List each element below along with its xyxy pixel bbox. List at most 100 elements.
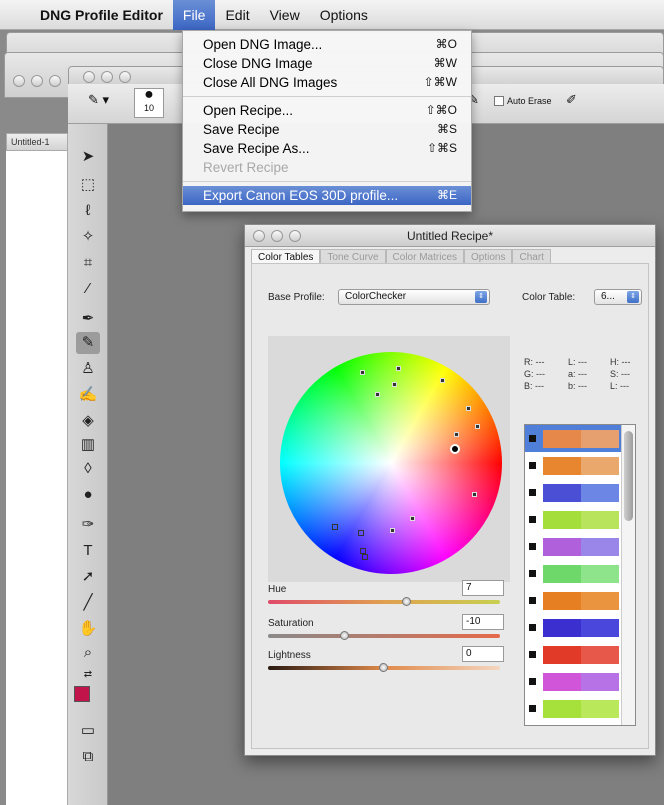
file-menu[interactable]: File: [172, 0, 216, 30]
row-checkbox[interactable]: [529, 678, 536, 685]
lasso-tool-icon[interactable]: ℓ: [76, 200, 100, 222]
color-table-select[interactable]: 6... ⇕: [594, 289, 642, 305]
color-sample-marker[interactable]: [360, 370, 365, 375]
color-table-row[interactable]: –: [525, 452, 635, 479]
brush-preset-picker[interactable]: ● 10: [134, 87, 164, 118]
lightness-value-field[interactable]: 0: [462, 646, 504, 662]
quick-select-tool-icon[interactable]: ✧: [76, 226, 100, 248]
color-sample-marker[interactable]: [332, 524, 338, 530]
file-menu-item[interactable]: Open DNG Image... ⌘O: [183, 35, 471, 54]
color-table-row[interactable]: –: [525, 479, 635, 506]
color-table-row[interactable]: –: [525, 533, 635, 560]
menu-item-shortcut: ⌘O: [435, 37, 457, 51]
row-checkbox[interactable]: [529, 516, 536, 523]
color-sample-marker[interactable]: [440, 378, 445, 383]
row-checkbox[interactable]: [529, 570, 536, 577]
color-sample-marker[interactable]: [454, 432, 459, 437]
color-sample-marker[interactable]: [375, 392, 380, 397]
color-table-row[interactable]: –: [525, 560, 635, 587]
edit-menu[interactable]: Edit: [215, 0, 259, 30]
gradient-tool-icon[interactable]: ▥: [76, 434, 100, 456]
crop-tool-icon[interactable]: ⌗: [76, 252, 100, 274]
color-sample-marker[interactable]: [396, 366, 401, 371]
recipe-titlebar[interactable]: Untitled Recipe*: [245, 225, 655, 247]
tablet-pressure-icon[interactable]: ✐: [566, 92, 577, 114]
color-table-row[interactable]: –: [525, 506, 635, 533]
auto-erase-option[interactable]: Auto Erase: [494, 96, 552, 106]
file-menu-item[interactable]: Save Recipe ⌘S: [183, 120, 471, 139]
hue-slider[interactable]: [268, 600, 500, 604]
file-menu-dropdown: Open DNG Image... ⌘O Close DNG Image ⌘W Clos…: [182, 30, 472, 212]
clone-stamp-tool-icon[interactable]: ♙: [76, 358, 100, 380]
brush-tool-icon[interactable]: ✒: [76, 308, 100, 330]
saturation-slider-knob[interactable]: [339, 631, 349, 640]
saturation-value-field[interactable]: -10: [462, 614, 504, 630]
brush-icon[interactable]: ✎ ▾: [88, 92, 109, 114]
base-profile-value: ColorChecker: [345, 291, 407, 302]
auto-erase-checkbox[interactable]: [494, 96, 504, 106]
file-menu-item[interactable]: Close All DNG Images ⇧⌘W: [183, 73, 471, 92]
window-controls[interactable]: [83, 71, 131, 83]
swap-colors-icon[interactable]: ⇄: [76, 664, 100, 686]
marquee-tool-icon[interactable]: ⬚: [76, 174, 100, 196]
row-checkbox[interactable]: [529, 705, 536, 712]
row-checkbox[interactable]: [529, 462, 536, 469]
color-table-row[interactable]: –: [525, 587, 635, 614]
view-menu[interactable]: View: [260, 0, 310, 30]
color-sample-marker[interactable]: [362, 554, 368, 560]
row-checkbox[interactable]: [529, 543, 536, 550]
color-table-row[interactable]: –: [525, 425, 635, 452]
dodge-tool-icon[interactable]: ●: [76, 484, 100, 506]
screen-mode-icon[interactable]: ⧉: [76, 746, 100, 768]
app-name-menu[interactable]: DNG Profile Editor: [36, 0, 173, 30]
blur-tool-icon[interactable]: ◊: [76, 458, 100, 480]
menu-item-label: Save Recipe: [203, 122, 280, 137]
hand-tool-icon[interactable]: ✋: [76, 618, 100, 640]
row-checkbox[interactable]: [529, 435, 536, 442]
color-table-row[interactable]: –: [525, 614, 635, 641]
export-profile-menu-item[interactable]: Export Canon EOS 30D profile... ⌘E: [183, 186, 471, 205]
color-sample-marker[interactable]: [392, 382, 397, 387]
original-color-swatch: [543, 483, 581, 502]
eraser-tool-icon[interactable]: ◈: [76, 410, 100, 432]
selected-color-marker[interactable]: [450, 444, 460, 454]
file-menu-item[interactable]: Close DNG Image ⌘W: [183, 54, 471, 73]
lightness-slider-knob[interactable]: [379, 663, 388, 672]
row-checkbox[interactable]: [529, 651, 536, 658]
color-sample-marker[interactable]: [472, 492, 477, 497]
hue-slider-knob[interactable]: [402, 597, 412, 606]
base-profile-select[interactable]: ColorChecker ⇕: [338, 289, 490, 305]
row-checkbox[interactable]: [529, 624, 536, 631]
color-sample-marker[interactable]: [390, 528, 395, 533]
list-scrollbar[interactable]: [621, 425, 635, 725]
quick-mask-icon[interactable]: ▭: [76, 720, 100, 742]
file-menu-item[interactable]: Save Recipe As... ⇧⌘S: [183, 139, 471, 158]
row-checkbox[interactable]: [529, 489, 536, 496]
row-checkbox[interactable]: [529, 597, 536, 604]
color-sample-marker[interactable]: [410, 516, 415, 521]
path-select-tool-icon[interactable]: ➚: [76, 566, 100, 588]
color-table-row[interactable]: –: [525, 641, 635, 668]
zoom-tool-icon[interactable]: ⌕: [76, 642, 100, 664]
color-sample-marker[interactable]: [466, 406, 471, 411]
foreground-color-swatch[interactable]: [74, 686, 90, 702]
original-color-swatch: [543, 537, 581, 556]
move-tool-icon[interactable]: ➤: [76, 146, 100, 168]
saturation-slider[interactable]: [268, 634, 500, 638]
color-sample-marker[interactable]: [475, 424, 480, 429]
type-tool-icon[interactable]: T: [76, 540, 100, 562]
eyedropper-tool-icon[interactable]: ⁄: [76, 278, 100, 300]
line-tool-icon[interactable]: ╱: [76, 592, 100, 614]
history-brush-tool-icon[interactable]: ✍: [76, 384, 100, 406]
options-menu[interactable]: Options: [310, 0, 378, 30]
color-table-row[interactable]: –: [525, 695, 635, 722]
color-wheel[interactable]: [280, 352, 502, 574]
file-menu-item[interactable]: Open Recipe... ⇧⌘O: [183, 101, 471, 120]
hue-value-field[interactable]: 7: [462, 580, 504, 596]
color-sample-marker[interactable]: [358, 530, 364, 536]
pen-tool-icon[interactable]: ✑: [76, 514, 100, 536]
document-tab[interactable]: Untitled-1: [6, 133, 68, 151]
color-table-row[interactable]: –: [525, 668, 635, 695]
scroll-thumb[interactable]: [624, 431, 633, 521]
pencil-tool-icon[interactable]: ✎: [76, 332, 100, 354]
